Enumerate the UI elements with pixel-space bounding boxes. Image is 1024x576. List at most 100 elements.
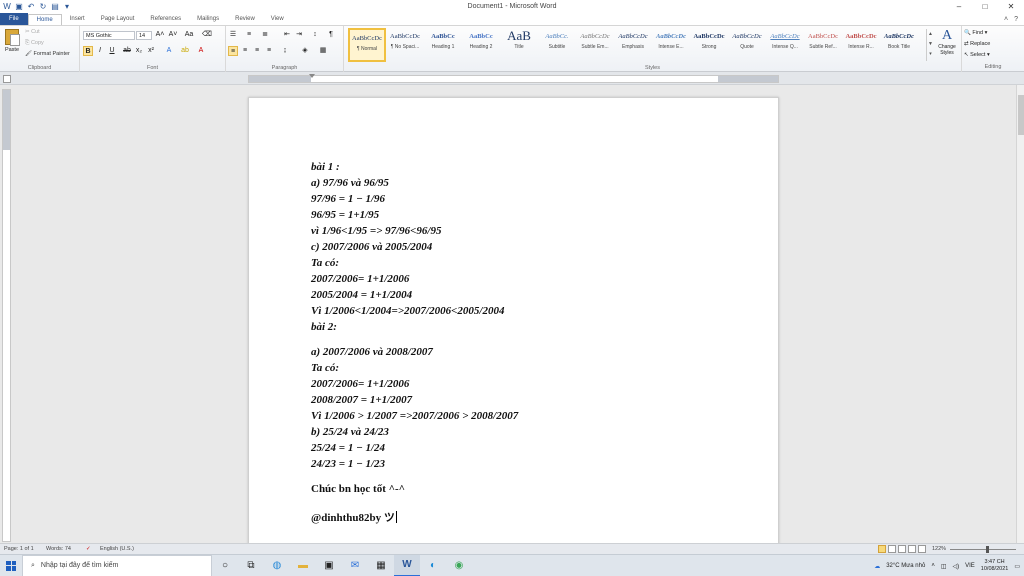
draft-icon[interactable]: [918, 545, 926, 553]
line-spacing-icon[interactable]: ↨: [280, 46, 290, 56]
chat-app-icon[interactable]: ◍: [264, 555, 290, 576]
help-icon[interactable]: ?: [1014, 16, 1018, 23]
scroll-down-icon[interactable]: ▼: [927, 39, 934, 49]
input-language[interactable]: VIE: [965, 563, 975, 569]
paste-button[interactable]: Paste: [3, 28, 21, 60]
network-icon[interactable]: ◫: [941, 563, 947, 570]
strikethrough-button[interactable]: ab: [122, 46, 132, 56]
tab-home[interactable]: Home: [27, 14, 62, 25]
font-color-icon[interactable]: A: [196, 46, 206, 56]
bullets-icon[interactable]: ☰: [228, 30, 238, 40]
style-book-title[interactable]: AaBbCcDc Book Title: [880, 28, 918, 62]
text-effects-icon[interactable]: A: [164, 46, 174, 56]
tab-mailings[interactable]: Mailings: [189, 14, 227, 25]
show-formatting-icon[interactable]: ¶: [326, 30, 336, 40]
maximize-button[interactable]: □: [972, 0, 998, 13]
align-right-icon[interactable]: ≡: [252, 46, 262, 56]
align-center-icon[interactable]: ≡: [240, 46, 250, 56]
replace-button[interactable]: ⇄ Replace: [964, 39, 1020, 50]
grow-font-icon[interactable]: A˄: [155, 30, 165, 40]
style-subtle-emphasis[interactable]: AaBbCcDc Subtle Em...: [576, 28, 614, 62]
web-layout-icon[interactable]: [898, 545, 906, 553]
styles-scroll[interactable]: ▲ ▼ ▾: [926, 29, 934, 61]
bold-button[interactable]: B: [83, 46, 93, 56]
style-heading-1[interactable]: AaBbCc Heading 1: [424, 28, 462, 62]
scroll-up-icon[interactable]: ▲: [927, 29, 934, 39]
align-left-icon[interactable]: ≡: [228, 46, 238, 56]
task-view-icon[interactable]: ⧉: [238, 555, 264, 576]
borders-icon[interactable]: ▦: [318, 46, 328, 56]
outline-icon[interactable]: [908, 545, 916, 553]
taskbar-search[interactable]: ⌕ Nhập tại đây để tìm kiếm: [22, 554, 212, 576]
chevron-up-icon[interactable]: ˄: [931, 563, 935, 569]
tab-insert[interactable]: Insert: [62, 14, 93, 25]
more-styles-icon[interactable]: ▾: [927, 49, 934, 59]
language-indicator[interactable]: English (U.S.): [100, 546, 134, 552]
edge-icon[interactable]: ◐: [420, 555, 446, 576]
find-button[interactable]: 🔍 Find ▾: [964, 28, 1020, 39]
subscript-button[interactable]: x₂: [134, 46, 144, 56]
tab-references[interactable]: References: [142, 14, 189, 25]
style-intense-quote[interactable]: AaBbCcDc Intense Q...: [766, 28, 804, 62]
zoom-slider-knob[interactable]: [986, 546, 989, 553]
style-heading-2[interactable]: AaBbCc Heading 2: [462, 28, 500, 62]
tab-page-layout[interactable]: Page Layout: [93, 14, 143, 25]
style-subtitle[interactable]: AaBbCc. Subtitle: [538, 28, 576, 62]
zoom-slider[interactable]: [950, 546, 1016, 553]
change-case-icon[interactable]: Aa: [184, 30, 194, 40]
style-quote[interactable]: AaBbCcDc Quote: [728, 28, 766, 62]
increase-indent-icon[interactable]: ⇥: [294, 30, 304, 40]
vertical-ruler[interactable]: [2, 89, 11, 542]
tab-file[interactable]: File: [0, 13, 28, 25]
start-button[interactable]: [0, 555, 22, 576]
clear-formatting-icon[interactable]: ⌫: [202, 30, 212, 40]
proofing-icon[interactable]: ✓: [86, 546, 91, 552]
format-painter-button[interactable]: 🖌 Format Painter: [25, 51, 70, 57]
style-no-spacing[interactable]: AaBbCcDc ¶ No Spaci...: [386, 28, 424, 62]
weather-icon[interactable]: ☁: [874, 563, 880, 570]
style-strong[interactable]: AaBbCcDc Strong: [690, 28, 728, 62]
mail-icon[interactable]: ✉: [342, 555, 368, 576]
chrome-icon[interactable]: ◉: [446, 555, 472, 576]
minimize-button[interactable]: –: [946, 0, 972, 13]
document-page[interactable]: bài 1 : a) 97/96 và 96/95 97/96 = 1 − 1/…: [248, 97, 779, 543]
style-normal[interactable]: AaBbCcDc ¶ Normal: [348, 28, 386, 62]
scrollbar-thumb[interactable]: [1018, 95, 1024, 135]
shading-icon[interactable]: ◈: [300, 46, 310, 56]
notification-icon[interactable]: ▭: [1014, 563, 1020, 570]
vertical-scrollbar[interactable]: [1016, 85, 1024, 543]
superscript-button[interactable]: x²: [146, 46, 156, 56]
page-count[interactable]: Page: 1 of 1: [4, 546, 34, 552]
cortana-icon[interactable]: ○: [212, 555, 238, 576]
clock[interactable]: 3:47 CH 10/08/2021: [981, 559, 1009, 573]
numbering-icon[interactable]: ≡: [244, 30, 254, 40]
close-button[interactable]: ✕: [998, 0, 1024, 13]
style-intense-emphasis[interactable]: AaBbCcDc Intense E...: [652, 28, 690, 62]
shrink-font-icon[interactable]: A˅: [168, 30, 178, 40]
font-size-select[interactable]: 14: [136, 31, 152, 40]
horizontal-ruler[interactable]: [248, 74, 779, 83]
print-layout-icon[interactable]: [878, 545, 886, 553]
highlight-icon[interactable]: ab: [180, 46, 190, 56]
zoom-level[interactable]: 122%: [932, 546, 946, 552]
multilevel-list-icon[interactable]: ≣: [260, 30, 270, 40]
italic-button[interactable]: I: [95, 46, 105, 56]
style-intense-reference[interactable]: AaBbCcDc Intense R...: [842, 28, 880, 62]
select-button[interactable]: ↖ Select ▾: [964, 50, 1020, 61]
tab-view[interactable]: View: [263, 14, 292, 25]
style-emphasis[interactable]: AaBbCcDc Emphasis: [614, 28, 652, 62]
weather-text[interactable]: 32°C Mưa nhỏ: [886, 563, 925, 569]
font-name-select[interactable]: MS Gothic: [83, 31, 135, 40]
underline-button[interactable]: U: [107, 46, 117, 56]
volume-icon[interactable]: ◁): [953, 563, 960, 570]
word-count[interactable]: Words: 74: [46, 546, 71, 552]
justify-icon[interactable]: ≡: [264, 46, 274, 56]
sort-icon[interactable]: ↕: [310, 30, 320, 40]
store-icon[interactable]: ▣: [316, 555, 342, 576]
style-title[interactable]: AaB Title: [500, 28, 538, 62]
decrease-indent-icon[interactable]: ⇤: [282, 30, 292, 40]
full-screen-reading-icon[interactable]: [888, 545, 896, 553]
style-subtle-reference[interactable]: AaBbCcDc Subtle Ref...: [804, 28, 842, 62]
tab-selector-icon[interactable]: [3, 75, 11, 83]
minimize-ribbon-icon[interactable]: ˄: [1004, 16, 1008, 23]
